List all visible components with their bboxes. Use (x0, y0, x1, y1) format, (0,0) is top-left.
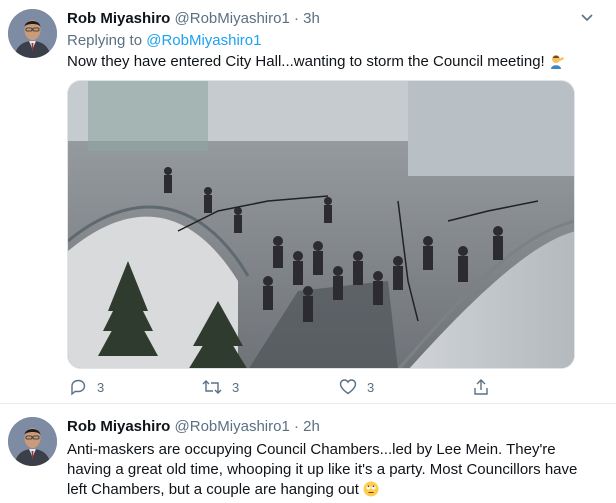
tweet-actions: 3 3 3 (67, 378, 507, 400)
heart-icon (339, 379, 357, 395)
author-name[interactable]: Rob Miyashiro (67, 418, 170, 435)
man-facepalming-emoji (549, 53, 565, 69)
tweet-text: Now they have entered City Hall...wantin… (67, 52, 597, 72)
tweet-text: Anti-maskers are occupying Council Chamb… (67, 440, 587, 500)
reply-button[interactable]: 3 (69, 378, 104, 396)
replying-to: Replying to @RobMiyashiro1 (67, 32, 262, 49)
avatar[interactable] (8, 417, 57, 466)
like-count: 3 (367, 379, 375, 395)
separator-dot: · (293, 418, 299, 435)
reply-icon (71, 379, 86, 396)
face-with-rolling-eyes-emoji (363, 481, 379, 497)
chevron-down-icon[interactable] (580, 10, 594, 27)
replying-to-prefix: Replying to (67, 32, 143, 49)
retweet-button[interactable]: 3 (202, 378, 239, 396)
author-handle[interactable]: @RobMiyashiro1 (175, 10, 290, 27)
timestamp[interactable]: 3h (303, 10, 320, 27)
replying-to-link[interactable]: @RobMiyashiro1 (146, 32, 261, 49)
tweet[interactable]: Rob Miyashiro @RobMiyashiro1 · 2h Anti-m… (0, 404, 616, 502)
retweet-icon (202, 380, 222, 394)
retweet-count: 3 (232, 379, 240, 395)
tweet[interactable]: Rob Miyashiro @RobMiyashiro1 · 3h Replyi… (0, 0, 616, 404)
reply-count: 3 (97, 379, 105, 395)
tweet-photo[interactable] (67, 80, 575, 369)
author-name[interactable]: Rob Miyashiro (67, 10, 170, 27)
tweet-header: Rob Miyashiro @RobMiyashiro1 · 2h (67, 418, 320, 435)
tweet-text-content: Anti-maskers are occupying Council Chamb… (67, 441, 578, 498)
tweet-header: Rob Miyashiro @RobMiyashiro1 · 3h (67, 10, 320, 27)
like-button[interactable]: 3 (339, 378, 374, 396)
separator-dot: · (293, 10, 299, 27)
share-icon (474, 379, 488, 395)
share-button[interactable] (472, 378, 500, 396)
tweet-text-content: Now they have entered City Hall...wantin… (67, 53, 545, 70)
timestamp[interactable]: 2h (303, 418, 320, 435)
avatar[interactable] (8, 9, 57, 58)
author-handle[interactable]: @RobMiyashiro1 (175, 418, 290, 435)
